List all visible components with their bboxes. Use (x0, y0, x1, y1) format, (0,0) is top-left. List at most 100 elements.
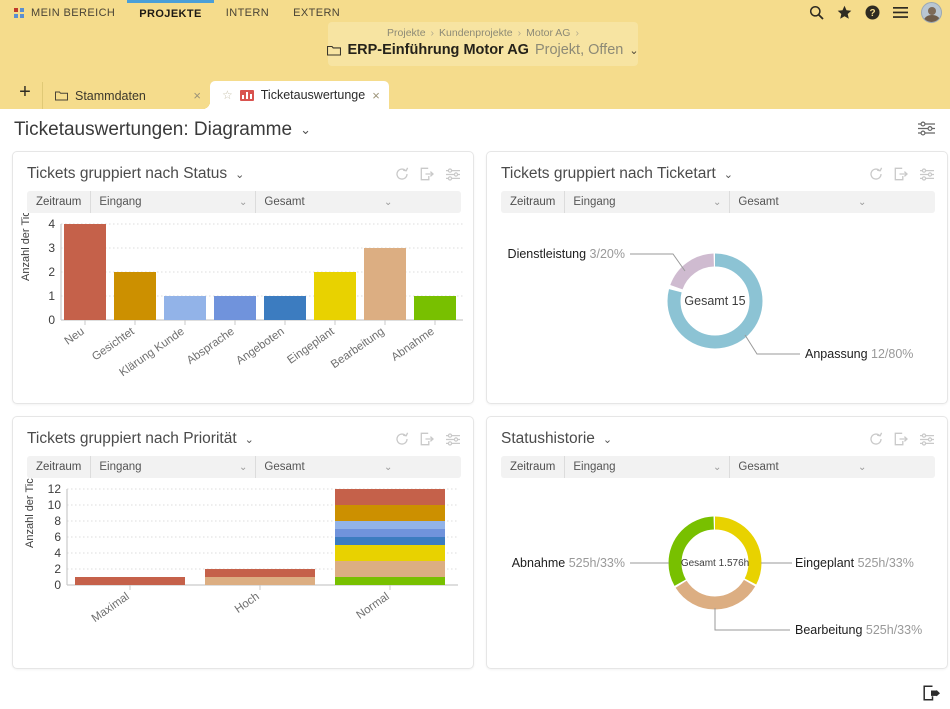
dashboard-grid: Tickets gruppiert nach Status ⌄ Zeitraum… (0, 151, 950, 669)
stacked-bar-chart-svg: Anzahl der Tickets 12 10 8 6 4 2 0 (13, 478, 473, 668)
footer-bar (0, 680, 950, 709)
breadcrumb-item-kundenprojekte[interactable]: Kundenprojekte (439, 27, 513, 39)
chevron-down-icon[interactable]: ⌄ (724, 168, 733, 181)
refresh-icon[interactable] (869, 167, 883, 181)
menu-icon[interactable] (893, 6, 908, 19)
close-icon[interactable]: × (372, 88, 380, 103)
refresh-icon[interactable] (395, 167, 409, 181)
chevron-down-icon: ⌄ (384, 197, 392, 208)
export-icon[interactable] (894, 167, 908, 181)
pin-icon[interactable]: ☆ (222, 88, 233, 102)
filter-select-value: Eingang (99, 461, 141, 473)
filter-select-gesamt[interactable]: Gesamt ⌄ (255, 456, 400, 478)
chart-tickets-by-ticketart: Gesamt 15 Dienstleistung 3/20% Anpassung… (487, 213, 947, 403)
help-icon[interactable]: ? (865, 5, 880, 20)
x-tick: Gesichtet (90, 325, 137, 363)
logout-icon[interactable] (923, 685, 940, 701)
filter-label: Zeitraum (27, 196, 90, 208)
tab-label: Stammdaten (75, 89, 146, 103)
stack-normal-angeboten (335, 537, 445, 545)
nav-item-label: MEIN BEREICH (31, 0, 115, 26)
filter-select-eingang[interactable]: Eingang ⌄ (564, 456, 729, 478)
page-header: Ticketauswertungen: Diagramme ⌄ (0, 109, 950, 151)
nav-item-mein-bereich[interactable]: MEIN BEREICH (10, 0, 127, 26)
filter-bar: Zeitraum Eingang ⌄ Gesamt ⌄ (27, 456, 461, 478)
leader-line-bearbeitung (715, 608, 790, 630)
breadcrumb-separator: › (431, 27, 435, 39)
sliders-icon[interactable] (445, 168, 461, 181)
export-icon[interactable] (894, 432, 908, 446)
y-tick: 4 (48, 217, 55, 231)
nav-item-intern[interactable]: INTERN (214, 0, 281, 26)
filter-bar: Zeitraum Eingang ⌄ Gesamt ⌄ (27, 191, 461, 213)
panel-title: Tickets gruppiert nach Ticketart (501, 165, 716, 183)
project-name[interactable]: ERP-Einführung Motor AG (347, 42, 529, 58)
filter-select-eingang[interactable]: Eingang ⌄ (90, 456, 255, 478)
nav-item-label: EXTERN (293, 7, 340, 19)
breadcrumb-separator: › (518, 27, 522, 39)
panel-statushistorie: Statushistorie ⌄ Zeitraum Eingang ⌄ (486, 416, 948, 669)
filter-select-value: Eingang (99, 196, 141, 208)
y-tick: 4 (54, 546, 61, 560)
filter-select-gesamt[interactable]: Gesamt ⌄ (255, 191, 400, 213)
filter-select-eingang[interactable]: Eingang ⌄ (90, 191, 255, 213)
breadcrumb-item-motor-ag[interactable]: Motor AG (526, 27, 570, 39)
page-title: Ticketauswertungen: Diagramme (14, 119, 292, 141)
nav-item-projekte[interactable]: PROJEKTE (127, 0, 214, 26)
tab-stammdaten[interactable]: Stammdaten × (42, 82, 210, 109)
add-tab-button[interactable]: + (8, 76, 42, 109)
close-icon[interactable]: × (193, 88, 201, 103)
chevron-down-icon[interactable]: ⌄ (629, 44, 638, 57)
panel-actions (869, 167, 935, 181)
grid-icon (14, 8, 25, 19)
filter-select-eingang[interactable]: Eingang ⌄ (564, 191, 729, 213)
y-axis-label: Anzahl der Tickets (20, 213, 32, 281)
y-tick: 0 (48, 313, 55, 327)
top-icon-bar: ? (809, 2, 942, 23)
bar-klaerung-kunde (164, 296, 206, 320)
tab-ticketauswertungen[interactable]: ☆ Ticketauswertunge × (210, 81, 389, 109)
chevron-down-icon[interactable]: ⌄ (300, 122, 311, 138)
y-tick: 10 (48, 498, 62, 512)
filter-select-gesamt[interactable]: Gesamt ⌄ (729, 191, 874, 213)
x-tick: Angeboten (234, 326, 286, 368)
x-tick: Maximal (90, 591, 132, 625)
panel-header: Statushistorie ⌄ (487, 417, 947, 449)
panel-title: Tickets gruppiert nach Status (27, 165, 227, 183)
x-tick: Bearbeitung (329, 326, 387, 371)
export-icon[interactable] (420, 167, 434, 181)
sliders-icon[interactable] (919, 168, 935, 181)
panel-tickets-by-prioritaet: Tickets gruppiert nach Priorität ⌄ Zeitr… (12, 416, 474, 669)
star-icon[interactable] (837, 5, 852, 20)
sliders-icon[interactable] (445, 433, 461, 446)
breadcrumb-item-projekte[interactable]: Projekte (387, 27, 426, 39)
filter-bar: Zeitraum Eingang ⌄ Gesamt ⌄ (501, 191, 935, 213)
bar-bearbeitung (364, 248, 406, 320)
tab-label: Ticketauswertunge (261, 88, 365, 102)
panel-title: Tickets gruppiert nach Priorität (27, 430, 237, 448)
chevron-down-icon[interactable]: ⌄ (245, 433, 254, 446)
panel-tickets-by-status: Tickets gruppiert nach Status ⌄ Zeitraum… (12, 151, 474, 404)
export-icon[interactable] (420, 432, 434, 446)
sliders-icon[interactable] (919, 433, 935, 446)
chevron-down-icon[interactable]: ⌄ (603, 433, 612, 446)
donut-center-label: Gesamt 15 (684, 294, 745, 308)
refresh-icon[interactable] (395, 432, 409, 446)
stack-normal-bearbeitung (335, 561, 445, 577)
avatar[interactable] (921, 2, 942, 23)
chevron-down-icon[interactable]: ⌄ (235, 168, 244, 181)
donut-chart-svg: Gesamt 1.576h Abnahme 525h/33% Eingeplan… (487, 478, 947, 668)
filter-bar: Zeitraum Eingang ⌄ Gesamt ⌄ (501, 456, 935, 478)
filter-select-gesamt[interactable]: Gesamt ⌄ (729, 456, 874, 478)
chevron-down-icon: ⌄ (713, 462, 721, 473)
search-icon[interactable] (809, 5, 824, 20)
panel-actions (395, 432, 461, 446)
leader-line-anpassung (745, 335, 800, 354)
bar-abnahme (414, 296, 456, 320)
page-settings-button[interactable] (917, 121, 936, 136)
panel-header: Tickets gruppiert nach Ticketart ⌄ (487, 152, 947, 184)
nav-item-label: PROJEKTE (139, 8, 202, 20)
panel-header: Tickets gruppiert nach Status ⌄ (13, 152, 473, 184)
filter-select-value: Eingang (573, 196, 615, 208)
refresh-icon[interactable] (869, 432, 883, 446)
